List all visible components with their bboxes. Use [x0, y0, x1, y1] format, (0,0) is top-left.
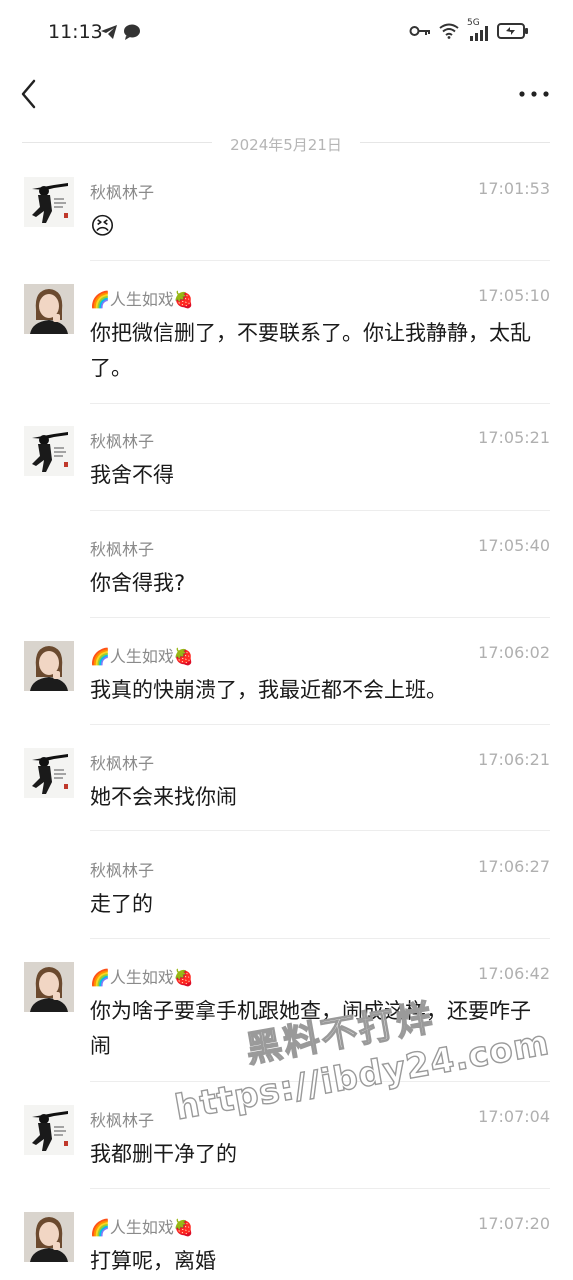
avatar-female[interactable] — [24, 641, 74, 691]
status-left-icons — [100, 24, 141, 40]
message-text: 我都删干净了的 — [90, 1142, 237, 1166]
message-text: 我真的快崩溃了，我最近都不会上班。 — [90, 678, 447, 702]
message-time: 17:06:27 — [478, 857, 550, 876]
message-item[interactable]: 秋枫林子 17:05:40 你舍得我? — [0, 534, 573, 618]
message-divider — [90, 724, 550, 725]
message-text: 你把微信删了，不要联系了。你让我静静，太乱了。 — [90, 321, 531, 380]
message-time: 17:05:40 — [478, 536, 550, 555]
message-divider — [90, 260, 550, 261]
message-time: 17:01:53 — [478, 179, 550, 198]
message-item[interactable]: 秋枫林子 17:07:04 我都删干净了的 — [0, 1105, 573, 1189]
sender-name: 秋枫林子 — [90, 432, 155, 451]
message-divider — [90, 1188, 550, 1189]
message-divider — [90, 510, 550, 511]
battery-icon — [497, 23, 528, 39]
back-button[interactable] — [16, 76, 44, 112]
message-divider — [90, 830, 550, 831]
message-text: 走了的 — [90, 892, 153, 916]
message-time: 17:05:10 — [478, 286, 550, 305]
message-item[interactable]: 秋枫林子 17:06:21 她不会来找你闹 — [0, 748, 573, 832]
message-time: 17:06:02 — [478, 643, 550, 662]
message-time: 17:06:21 — [478, 750, 550, 769]
sender-name: 秋枫林子 — [90, 1111, 155, 1130]
more-options-button[interactable] — [517, 80, 551, 108]
signal-icon — [470, 26, 488, 41]
more-dots-icon — [519, 91, 549, 97]
message-item[interactable]: 秋枫林子 17:01:53 😣 — [0, 177, 573, 261]
message-item[interactable]: 🌈人生如戏🍓 17:07:20 打算呢，离婚 — [0, 1212, 573, 1280]
avatar-female[interactable] — [24, 284, 74, 334]
wifi-icon — [439, 23, 459, 39]
sender-name: 秋枫林子 — [90, 861, 155, 880]
telegram-icon — [101, 25, 117, 39]
status-time: 11:13 — [48, 21, 103, 43]
sender-name: 🌈人生如戏🍓 — [90, 968, 194, 987]
message-text: 打算呢，离婚 — [90, 1249, 216, 1273]
message-divider — [90, 1081, 550, 1082]
avatar-female[interactable] — [24, 1212, 74, 1262]
message-item[interactable]: 秋枫林子 17:05:21 我舍不得 — [0, 426, 573, 510]
sender-name: 🌈人生如戏🍓 — [90, 647, 194, 666]
message-text: 😣 — [90, 212, 116, 240]
status-bar: 11:13 5G — [0, 0, 573, 62]
message-time: 17:07:04 — [478, 1107, 550, 1126]
message-time: 17:06:42 — [478, 964, 550, 983]
chevron-left-icon — [21, 79, 36, 109]
sender-name: 秋枫林子 — [90, 540, 155, 559]
chat-header — [0, 62, 573, 126]
chat-bubble-icon — [124, 24, 140, 40]
sender-name: 秋枫林子 — [90, 754, 155, 773]
avatar-male[interactable] — [24, 748, 74, 798]
message-item[interactable]: 🌈人生如戏🍓 17:06:02 我真的快崩溃了，我最近都不会上班。 — [0, 641, 573, 725]
message-item[interactable]: 秋枫林子 17:06:27 走了的 — [0, 855, 573, 939]
message-text: 你为啥子要拿手机跟她查，闹成这样，还要咋子闹 — [90, 999, 531, 1058]
avatar-male[interactable] — [24, 1105, 74, 1155]
message-text: 你舍得我? — [90, 571, 186, 595]
sender-name: 🌈人生如戏🍓 — [90, 290, 194, 309]
date-separator: 2024年5月21日 — [22, 131, 550, 155]
message-time: 17:05:21 — [478, 428, 550, 447]
sender-name: 🌈人生如戏🍓 — [90, 1218, 194, 1237]
message-divider — [90, 938, 550, 939]
status-right-icons: 5G — [409, 18, 529, 41]
avatar-male[interactable] — [24, 177, 74, 227]
message-item[interactable]: 🌈人生如戏🍓 17:06:42 你为啥子要拿手机跟她查，闹成这样，还要咋子闹 — [0, 962, 573, 1082]
message-text: 我舍不得 — [90, 463, 174, 487]
message-time: 17:07:20 — [478, 1214, 550, 1233]
avatar-male[interactable] — [24, 426, 74, 476]
message-item[interactable]: 🌈人生如戏🍓 17:05:10 你把微信删了，不要联系了。你让我静静，太乱了。 — [0, 284, 573, 404]
sender-name: 秋枫林子 — [90, 183, 155, 202]
message-text: 她不会来找你闹 — [90, 785, 237, 809]
date-separator-text: 2024年5月21日 — [222, 136, 350, 154]
message-divider — [90, 617, 550, 618]
key-icon — [409, 26, 430, 36]
avatar-female[interactable] — [24, 962, 74, 1012]
message-divider — [90, 403, 550, 404]
